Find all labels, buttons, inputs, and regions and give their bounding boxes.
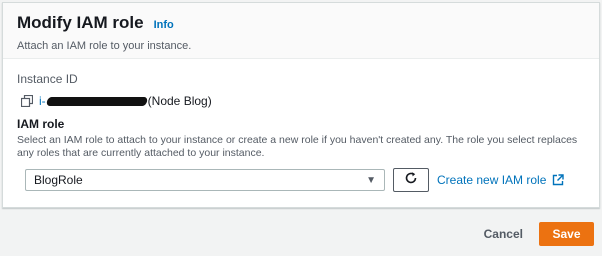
- footer-actions: Cancel Save: [484, 222, 594, 246]
- refresh-icon: [404, 171, 418, 190]
- info-link[interactable]: Info: [154, 19, 174, 31]
- iam-role-select[interactable]: BlogRole ▼: [25, 169, 385, 191]
- modify-iam-role-panel: Modify IAM role Info Attach an IAM role …: [2, 2, 600, 208]
- copy-icon[interactable]: [20, 94, 34, 108]
- iam-role-selected-value: BlogRole: [34, 173, 83, 187]
- page-title: Modify IAM role: [17, 13, 144, 32]
- instance-id-row: i- (Node Blog): [17, 94, 585, 108]
- cancel-button[interactable]: Cancel: [484, 227, 523, 241]
- create-new-iam-role-link[interactable]: Create new IAM role: [437, 173, 565, 187]
- iam-role-label: IAM role: [17, 117, 65, 131]
- instance-id-label: Instance ID: [17, 72, 78, 86]
- panel-header: Modify IAM role Info Attach an IAM role …: [3, 3, 599, 59]
- caret-down-icon: ▼: [366, 174, 376, 186]
- iam-role-description: Select an IAM role to attach to your ins…: [17, 134, 578, 159]
- page-subtitle: Attach an IAM role to your instance.: [17, 40, 192, 52]
- title-row: Modify IAM role Info: [17, 13, 599, 33]
- external-link-icon: [552, 174, 565, 186]
- iam-role-controls: BlogRole ▼ Create new IAM role: [17, 168, 585, 192]
- save-button[interactable]: Save: [539, 222, 594, 246]
- instance-id-link[interactable]: i-: [39, 94, 46, 108]
- create-new-iam-role-label: Create new IAM role: [437, 173, 547, 187]
- refresh-button[interactable]: [393, 168, 429, 192]
- instance-name: (Node Blog): [147, 94, 212, 108]
- redacted-instance-id: [45, 96, 148, 106]
- panel-body: Instance ID i- (Node Blog) IAM role Sele…: [3, 59, 599, 192]
